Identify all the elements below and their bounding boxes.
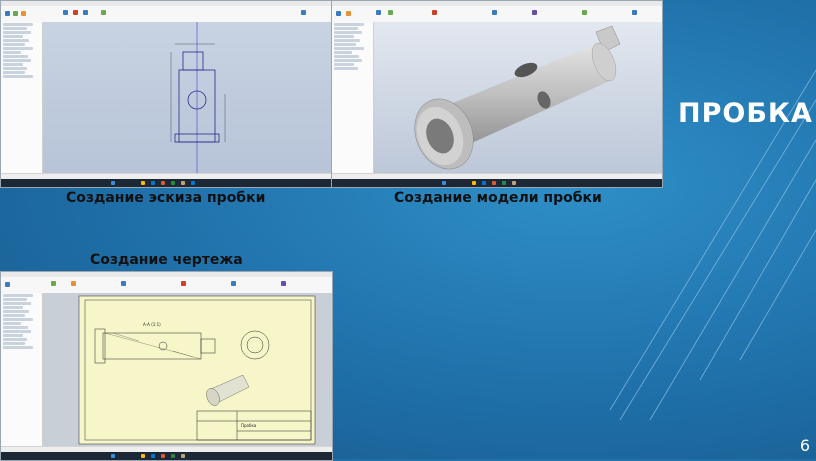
model-viewport[interactable] [374, 22, 662, 174]
app-icon[interactable] [492, 181, 496, 185]
model-browser-panel [332, 22, 374, 174]
app-icon[interactable] [181, 454, 185, 458]
tool-icon [5, 282, 10, 287]
drawing-sheet: А-А (1:1) Пробка [78, 295, 316, 445]
drawing-browser-panel [1, 293, 43, 447]
tool-icon [181, 281, 186, 286]
model-browser-panel [1, 22, 43, 174]
tool-icon [231, 281, 236, 286]
caption-drawing: Создание чертежа [90, 252, 243, 268]
app-icon[interactable] [512, 181, 516, 185]
tool-icon [51, 281, 56, 286]
app-icon[interactable] [502, 181, 506, 185]
tool-icon [5, 11, 10, 16]
windows-taskbar [332, 179, 662, 187]
caption-sketch: Создание эскиза пробки [66, 190, 266, 206]
app-icon[interactable] [181, 181, 185, 185]
start-icon[interactable] [442, 181, 446, 185]
section-label: А-А (1:1) [143, 322, 161, 327]
app-icon[interactable] [171, 181, 175, 185]
tool-icon [73, 10, 78, 15]
windows-taskbar [1, 179, 332, 187]
sketch-screenshot [0, 0, 333, 188]
tool-icon [101, 10, 106, 15]
drawing-screenshot: А-А (1:1) Пробка [0, 271, 333, 461]
plug-3d-model [414, 25, 621, 170]
sketch-drawing [170, 22, 226, 174]
ribbon-toolbar [1, 6, 332, 23]
tool-icon [532, 10, 537, 15]
start-icon[interactable] [111, 454, 115, 458]
app-icon[interactable] [141, 454, 145, 458]
tool-icon [632, 10, 637, 15]
ribbon-toolbar [332, 6, 662, 23]
sketch-canvas[interactable] [43, 22, 332, 174]
tool-icon [346, 11, 351, 16]
app-icon[interactable] [141, 181, 145, 185]
tool-icon [432, 10, 437, 15]
tool-icon [63, 10, 68, 15]
tool-icon [301, 10, 306, 15]
tool-icon [376, 10, 381, 15]
tool-icon [83, 10, 88, 15]
app-icon[interactable] [161, 181, 165, 185]
app-icon[interactable] [171, 454, 175, 458]
app-icon[interactable] [161, 454, 165, 458]
tool-icon [336, 11, 341, 16]
tool-icon [71, 281, 76, 286]
app-icon[interactable] [191, 181, 195, 185]
tool-icon [13, 11, 18, 16]
app-icon[interactable] [472, 181, 476, 185]
caption-model: Создание модели пробки [394, 190, 602, 206]
drawing-canvas[interactable]: А-А (1:1) Пробка [43, 293, 332, 447]
app-icon[interactable] [151, 454, 155, 458]
tool-icon [281, 281, 286, 286]
tool-icon [492, 10, 497, 15]
slide-title: ПРОБКА [678, 98, 813, 130]
page-number: 6 [799, 436, 810, 455]
ribbon-toolbar [1, 277, 332, 294]
tool-icon [388, 10, 393, 15]
tool-icon [121, 281, 126, 286]
tool-icon [582, 10, 587, 15]
tool-icon [21, 11, 26, 16]
start-icon[interactable] [111, 181, 115, 185]
model-screenshot [331, 0, 663, 188]
title-block-name: Пробка [241, 423, 257, 428]
app-icon[interactable] [482, 181, 486, 185]
app-icon[interactable] [151, 181, 155, 185]
